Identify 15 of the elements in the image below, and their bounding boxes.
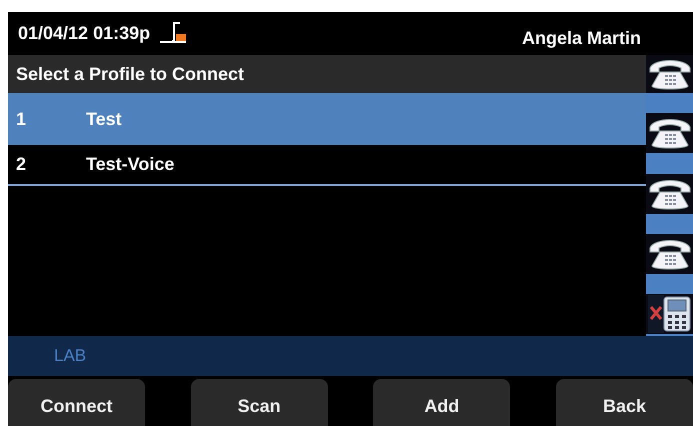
softkey-button[interactable]: Scan [190, 379, 328, 426]
profile-number: 2 [15, 154, 28, 175]
profile-number: 1 [15, 108, 28, 130]
profile-name: Test-Voice [86, 154, 174, 175]
softkey-button[interactable]: Add [373, 379, 510, 426]
date-time: 01/04/12 01:39p [18, 23, 150, 44]
line-label: LAB [54, 346, 86, 366]
softkey-button[interactable]: Back [556, 379, 693, 426]
mobile-phone-crossed-icon[interactable] [648, 295, 692, 333]
handset-status-icon [158, 20, 188, 44]
profile-row[interactable]: 1 Test [8, 93, 646, 145]
user-name: Angela Martin [522, 28, 641, 49]
screen-title: Select a Profile to Connect [8, 55, 646, 93]
softkey-button[interactable]: Connect [8, 379, 145, 426]
profile-name: Test [86, 108, 122, 130]
